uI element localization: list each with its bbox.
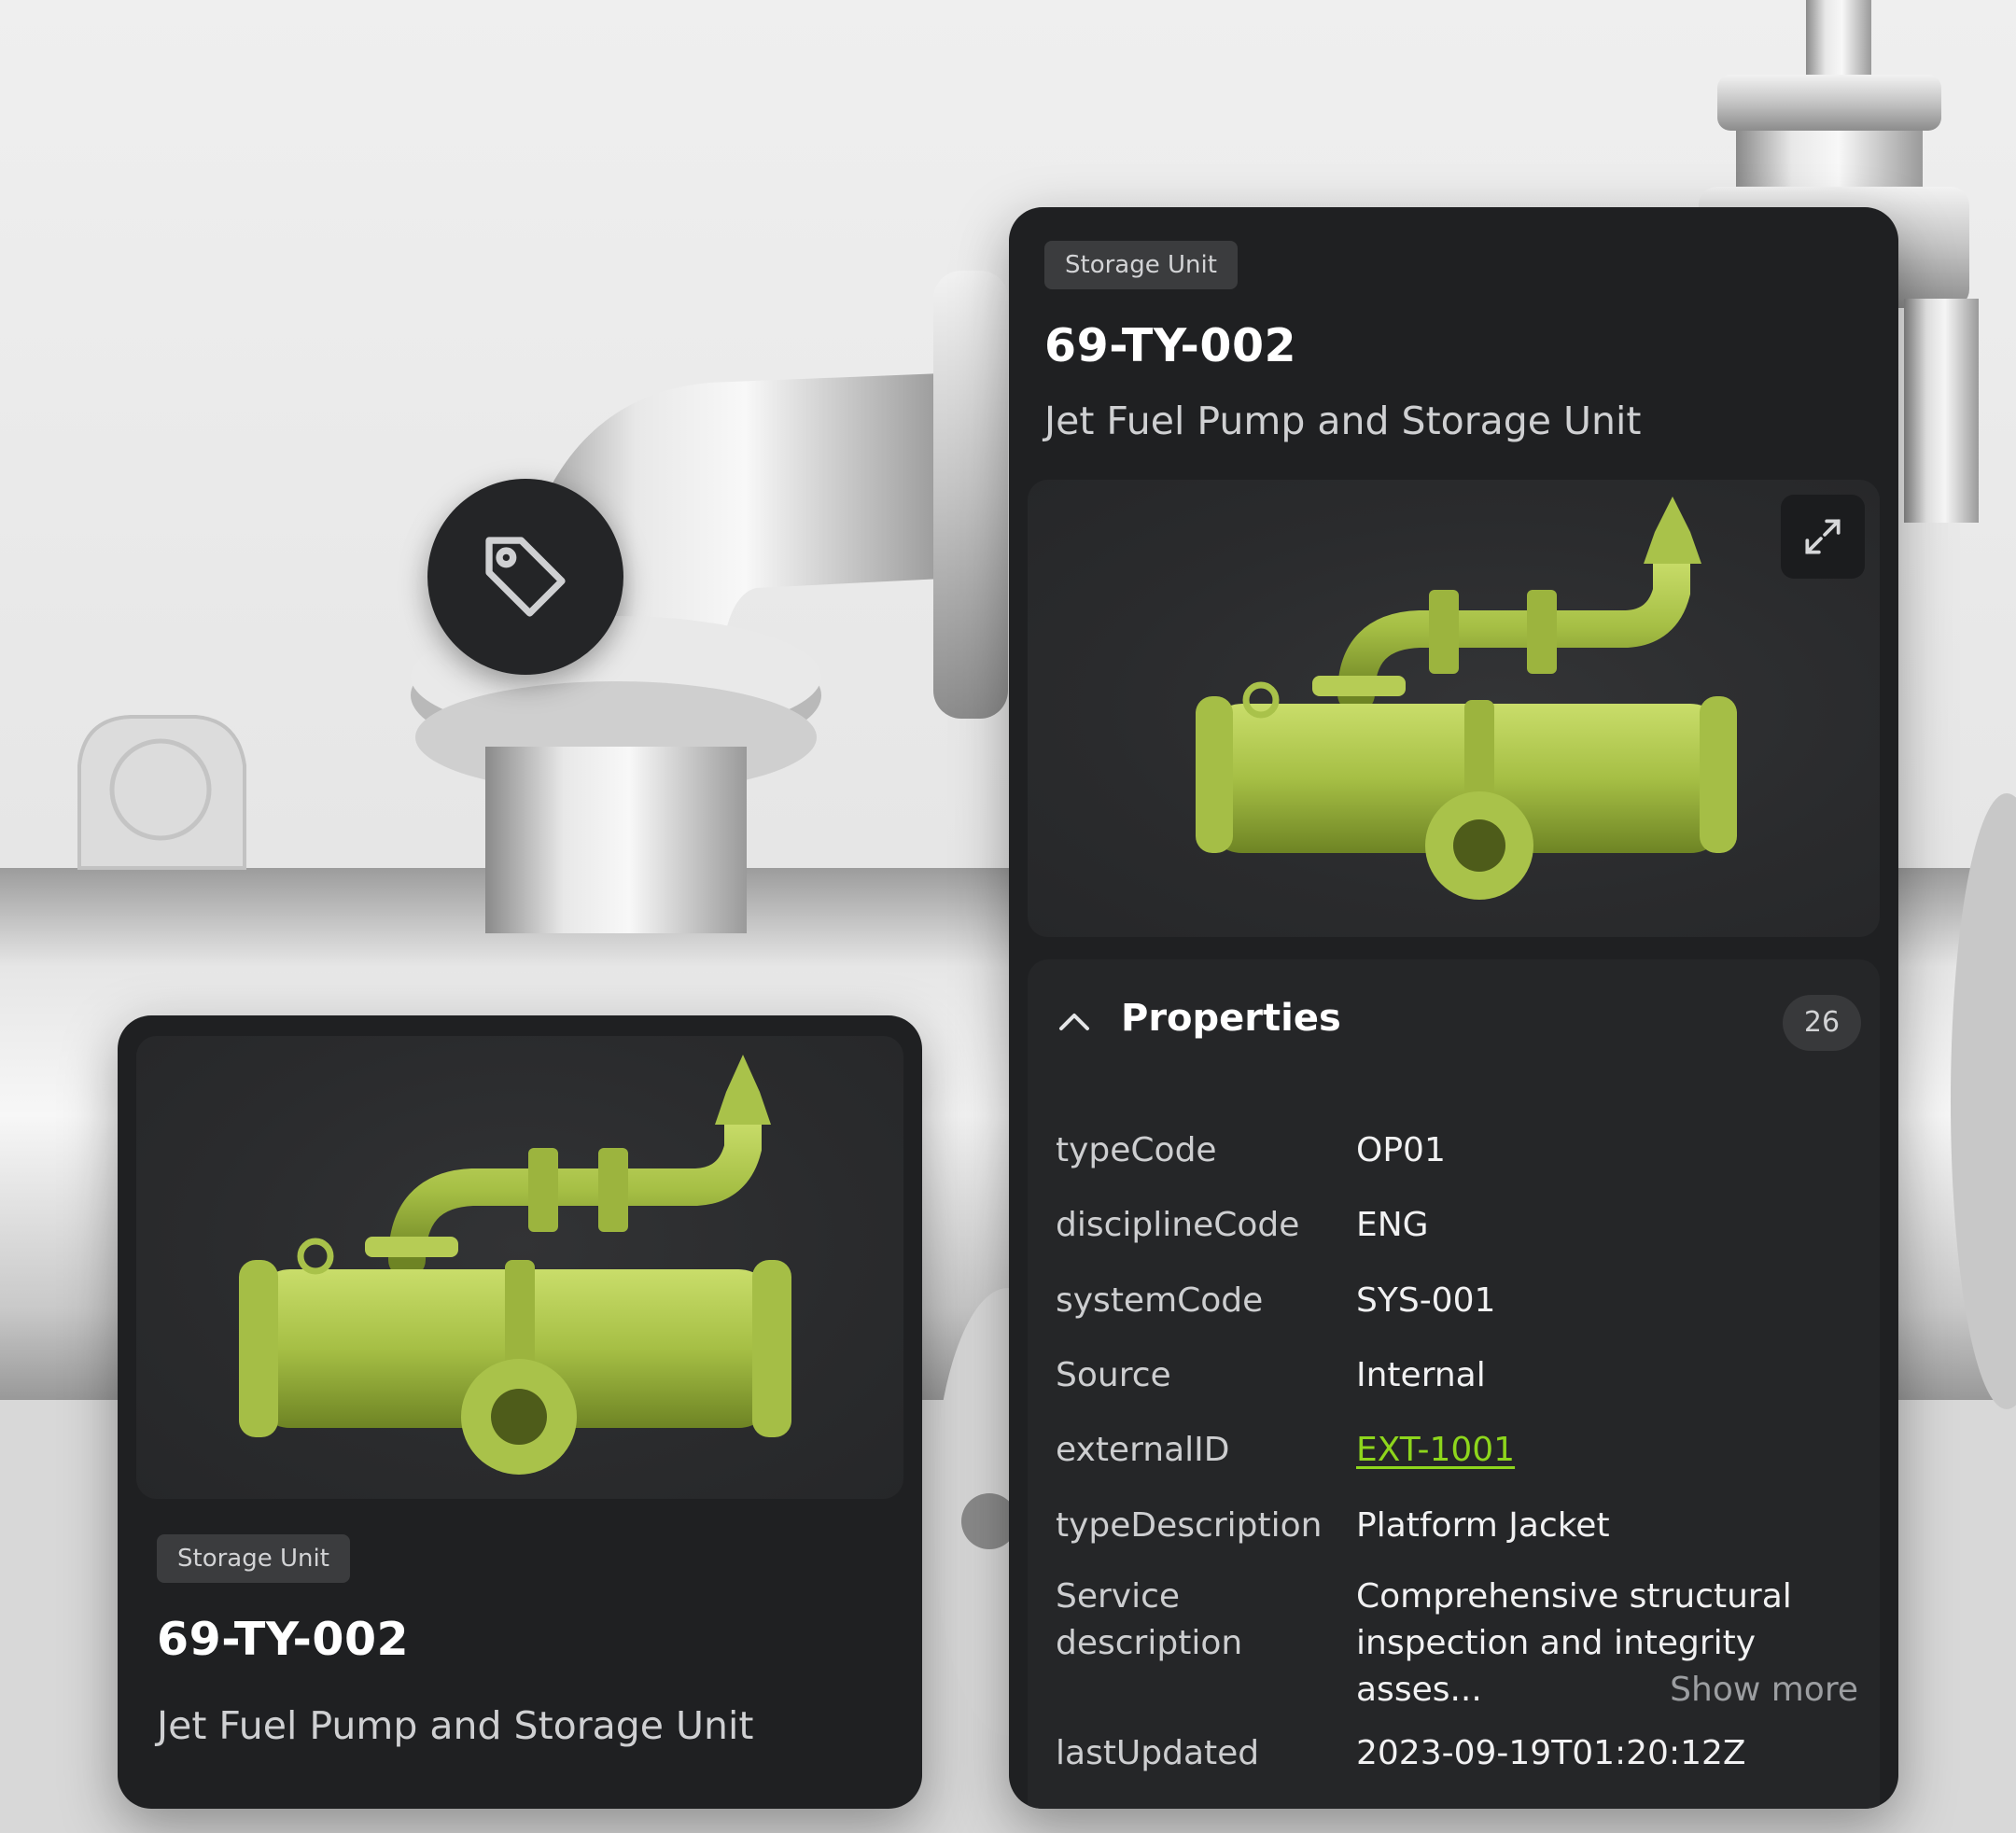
asset-title: 69-TY-002 bbox=[157, 1613, 410, 1666]
asset-subtitle: Jet Fuel Pump and Storage Unit bbox=[157, 1703, 754, 1748]
property-value: OP01 bbox=[1356, 1131, 1446, 1169]
properties-section: Properties 26 typeCode OP01 disciplineCo… bbox=[1028, 959, 1880, 1809]
external-id-link[interactable]: EXT-1001 bbox=[1356, 1431, 1515, 1469]
property-key: typeCode bbox=[1056, 1131, 1217, 1169]
property-key: lastUpdated bbox=[1056, 1734, 1260, 1772]
asset-model-viewer[interactable] bbox=[1028, 480, 1880, 937]
property-value: SYS-001 bbox=[1356, 1281, 1496, 1320]
asset-detail-panel: Storage Unit 69-TY-002 Jet Fuel Pump and… bbox=[1009, 207, 1898, 1809]
expand-button[interactable] bbox=[1781, 495, 1865, 579]
properties-count-badge: 26 bbox=[1783, 995, 1861, 1051]
chevron-up-icon bbox=[1059, 1014, 1089, 1030]
show-more-link[interactable]: Show more bbox=[1670, 1667, 1858, 1714]
asset-preview-card[interactable]: Storage Unit 69-TY-002 Jet Fuel Pump and… bbox=[118, 1015, 922, 1809]
property-key: externalID bbox=[1056, 1431, 1230, 1469]
property-key: Service description bbox=[1056, 1577, 1243, 1662]
pump-model-image bbox=[1196, 497, 1737, 900]
property-value: ENG bbox=[1356, 1206, 1429, 1244]
expand-icon bbox=[1805, 519, 1841, 554]
property-value-cell: EXT-1001 bbox=[1356, 1427, 1860, 1474]
property-key: typeDescription bbox=[1056, 1506, 1323, 1545]
properties-collapse-toggle[interactable]: Properties 26 bbox=[1028, 959, 1880, 1084]
property-row-service-description: Service description Comprehensive struct… bbox=[1056, 1574, 1858, 1714]
property-key: disciplineCode bbox=[1056, 1206, 1300, 1244]
tag-button[interactable] bbox=[427, 479, 623, 675]
tag-icon bbox=[485, 537, 566, 617]
property-key: systemCode bbox=[1056, 1281, 1264, 1320]
asset-model-thumbnail bbox=[136, 1036, 903, 1499]
asset-title: 69-TY-002 bbox=[1044, 319, 1297, 372]
asset-type-badge: Storage Unit bbox=[1044, 241, 1238, 289]
property-value: Internal bbox=[1356, 1356, 1486, 1394]
property-value: Platform Jacket bbox=[1356, 1506, 1610, 1545]
properties-heading: Properties bbox=[1121, 997, 1341, 1040]
asset-type-badge: Storage Unit bbox=[157, 1534, 350, 1583]
pump-model-image bbox=[239, 1055, 791, 1475]
property-value: 2023-09-19T01:20:12Z bbox=[1356, 1734, 1746, 1772]
property-key: Source bbox=[1056, 1356, 1171, 1394]
asset-subtitle: Jet Fuel Pump and Storage Unit bbox=[1044, 399, 1642, 443]
